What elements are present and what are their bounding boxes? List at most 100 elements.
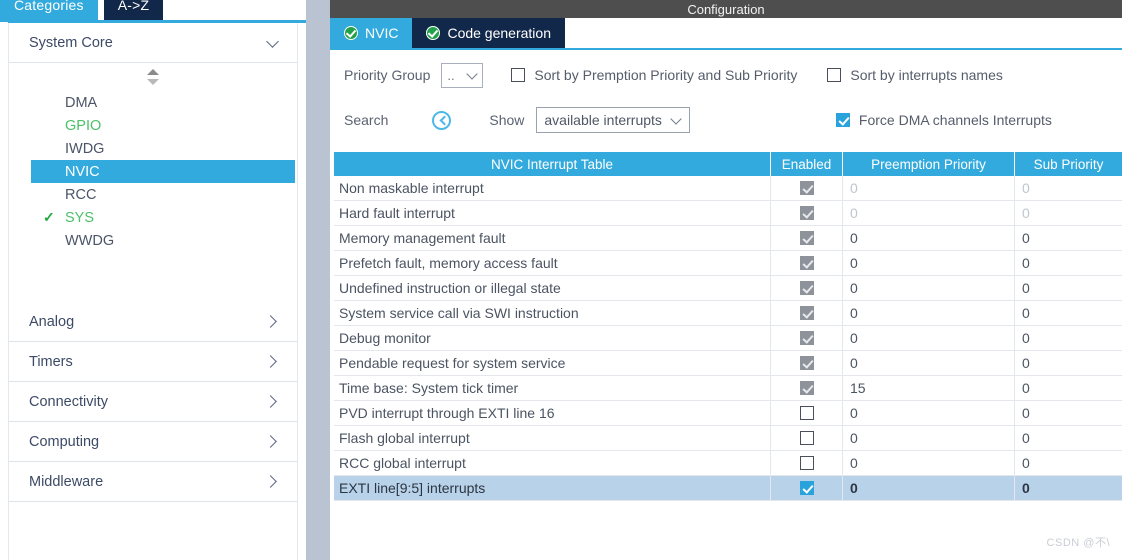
sub-priority-cell[interactable]: 0: [1015, 351, 1122, 375]
table-row[interactable]: Flash global interrupt 0 0: [334, 426, 1122, 451]
sidebar-scroll-spinner[interactable]: [9, 63, 297, 91]
enabled-cell[interactable]: [771, 276, 843, 300]
sub-priority-cell[interactable]: 0: [1015, 301, 1122, 325]
table-row[interactable]: Time base: System tick timer 15 0: [334, 376, 1122, 401]
sidebar-item-gpio[interactable]: GPIO: [9, 114, 297, 137]
sub-priority-cell[interactable]: 0: [1015, 201, 1122, 225]
column-header-preemption-priority[interactable]: Preemption Priority: [843, 152, 1015, 176]
enabled-cell[interactable]: [771, 401, 843, 425]
sidebar-group-connectivity[interactable]: Connectivity: [9, 382, 297, 422]
chevron-down-icon: [468, 70, 478, 80]
column-header-sub-priority[interactable]: Sub Priority: [1015, 152, 1122, 176]
sort-preemption-checkbox[interactable]: [511, 68, 526, 82]
sub-priority-cell[interactable]: 0: [1015, 451, 1122, 475]
preemption-priority-cell[interactable]: 0: [843, 326, 1015, 350]
sidebar-item-wwdg[interactable]: WWDG: [9, 229, 297, 252]
enabled-checkbox[interactable]: [799, 481, 814, 495]
table-row[interactable]: System service call via SWI instruction 0…: [334, 301, 1122, 326]
enabled-cell[interactable]: [771, 376, 843, 400]
preemption-priority-cell[interactable]: 0: [843, 301, 1015, 325]
sidebar-group-timers[interactable]: Timers: [9, 342, 297, 382]
chevron-down-icon: [672, 115, 682, 125]
table-row[interactable]: Hard fault interrupt 0 0: [334, 201, 1122, 226]
panel-splitter-handle[interactable]: [306, 0, 330, 560]
enabled-cell[interactable]: [771, 301, 843, 325]
configuration-tabs-rule: [330, 48, 1122, 50]
force-dma-checkbox[interactable]: [835, 113, 850, 127]
sub-priority-cell[interactable]: 0: [1015, 426, 1122, 450]
enabled-cell[interactable]: [771, 176, 843, 200]
preemption-priority-cell[interactable]: 0: [843, 201, 1015, 225]
enabled-cell[interactable]: [771, 326, 843, 350]
enabled-cell[interactable]: [771, 226, 843, 250]
enabled-checkbox[interactable]: [799, 456, 814, 470]
force-dma-checkbox-item[interactable]: Force DMA channels Interrupts: [835, 112, 1052, 128]
sidebar-item-rcc-label: RCC: [65, 186, 97, 203]
sidebar-item-nvic[interactable]: NVIC: [31, 160, 295, 183]
sidebar-tab-categories[interactable]: Categories: [0, 0, 98, 22]
priority-group-select[interactable]: ..: [441, 62, 484, 88]
enabled-cell[interactable]: [771, 201, 843, 225]
tab-code-generation[interactable]: Code generation: [412, 18, 565, 48]
sort-preemption-label: Sort by Premption Priority and Sub Prior…: [534, 67, 798, 83]
table-row[interactable]: Prefetch fault, memory access fault 0 0: [334, 251, 1122, 276]
sub-priority-cell[interactable]: 0: [1015, 376, 1122, 400]
table-row[interactable]: Memory management fault 0 0: [334, 226, 1122, 251]
preemption-priority-cell[interactable]: 0: [843, 176, 1015, 200]
enabled-checkbox: [799, 306, 814, 320]
preemption-priority-cell[interactable]: 0: [843, 251, 1015, 275]
show-filter-select[interactable]: available interrupts: [536, 107, 690, 133]
table-row[interactable]: EXTI line[9:5] interrupts 0 0: [334, 476, 1122, 501]
sub-priority-cell[interactable]: 0: [1015, 326, 1122, 350]
enabled-cell[interactable]: [771, 251, 843, 275]
preemption-priority-cell[interactable]: 0: [843, 476, 1015, 500]
preemption-priority-cell[interactable]: 0: [843, 226, 1015, 250]
preemption-priority-cell[interactable]: 0: [843, 276, 1015, 300]
sort-names-checkbox-item[interactable]: Sort by interrupts names: [827, 67, 1003, 83]
table-row[interactable]: PVD interrupt through EXTI line 16 0 0: [334, 401, 1122, 426]
interrupt-name-cell: EXTI line[9:5] interrupts: [334, 476, 771, 500]
column-header-enabled[interactable]: Enabled: [771, 152, 843, 176]
table-row[interactable]: Non maskable interrupt 0 0: [334, 176, 1122, 201]
enabled-cell[interactable]: [771, 351, 843, 375]
enabled-cell[interactable]: [771, 426, 843, 450]
panel-splitter[interactable]: [306, 0, 330, 560]
enabled-cell[interactable]: [771, 451, 843, 475]
sidebar-tab-a-to-z[interactable]: A->Z: [103, 0, 164, 22]
sub-priority-cell[interactable]: 0: [1015, 476, 1122, 500]
sidebar-group-system-core[interactable]: System Core: [9, 23, 297, 63]
enabled-cell[interactable]: [771, 476, 843, 500]
enabled-checkbox: [799, 206, 814, 220]
preemption-priority-cell[interactable]: 15: [843, 376, 1015, 400]
table-row[interactable]: Undefined instruction or illegal state 0 0: [334, 276, 1122, 301]
sidebar-group-analog[interactable]: Analog: [9, 302, 297, 342]
sub-priority-cell[interactable]: 0: [1015, 226, 1122, 250]
sort-names-checkbox[interactable]: [827, 68, 842, 82]
sub-priority-cell[interactable]: 0: [1015, 251, 1122, 275]
sidebar-item-sys[interactable]: ✓ SYS: [9, 206, 297, 229]
table-row[interactable]: Pendable request for system service 0 0: [334, 351, 1122, 376]
tab-nvic[interactable]: NVIC: [330, 18, 413, 48]
preemption-priority-cell[interactable]: 0: [843, 401, 1015, 425]
interrupt-name-cell: System service call via SWI instruction: [334, 301, 771, 325]
sidebar-group-computing-label: Computing: [29, 433, 100, 450]
sidebar-item-iwdg[interactable]: IWDG: [9, 137, 297, 160]
sidebar-group-computing[interactable]: Computing: [9, 422, 297, 462]
enabled-checkbox[interactable]: [799, 406, 814, 420]
preemption-priority-cell[interactable]: 0: [843, 351, 1015, 375]
sub-priority-cell[interactable]: 0: [1015, 401, 1122, 425]
sidebar-item-rcc[interactable]: RCC: [9, 183, 297, 206]
preemption-priority-cell[interactable]: 0: [843, 426, 1015, 450]
table-row[interactable]: RCC global interrupt 0 0: [334, 451, 1122, 476]
sidebar-item-dma[interactable]: DMA: [9, 91, 297, 114]
column-header-name[interactable]: NVIC Interrupt Table: [334, 152, 771, 176]
sidebar-group-middleware[interactable]: Middleware: [9, 462, 297, 502]
preemption-priority-cell[interactable]: 0: [843, 451, 1015, 475]
sidebar-group-timers-label: Timers: [29, 353, 73, 370]
sort-preemption-checkbox-item[interactable]: Sort by Premption Priority and Sub Prior…: [511, 67, 797, 83]
sub-priority-cell[interactable]: 0: [1015, 176, 1122, 200]
sub-priority-cell[interactable]: 0: [1015, 276, 1122, 300]
enabled-checkbox[interactable]: [799, 431, 814, 445]
table-row[interactable]: Debug monitor 0 0: [334, 326, 1122, 351]
search-circle-icon[interactable]: [432, 110, 452, 130]
